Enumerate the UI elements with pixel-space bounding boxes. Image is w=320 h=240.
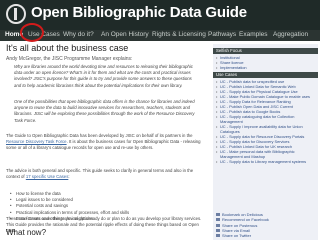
main-content: It's all about the business case Andy Mc… <box>6 43 204 240</box>
open-data-logo-icon[interactable] <box>6 4 26 24</box>
sidebar-heading-use-cases: Use Cases <box>213 72 318 78</box>
sidebar: Selfish Focus Institutional Share licenc… <box>213 44 318 240</box>
nav-open-history[interactable]: An Open History <box>101 31 149 38</box>
highlight-circle-annotation <box>20 23 44 42</box>
use-case-link[interactable]: UC - Supply / improve availability data … <box>216 124 316 134</box>
focus-list: Institutional Share licence Implementati… <box>216 55 316 70</box>
use-case-link[interactable]: UC - Make personal data with Bibliograph… <box>216 149 316 159</box>
sidebar-link[interactable]: Implementation <box>216 65 316 70</box>
nav-why-do-it[interactable]: Why do it? <box>63 31 94 38</box>
intro-text-start: The Guide to Open Bibliographic Data has… <box>6 133 193 138</box>
share-links: Bookmark on Delicious Recommend on Faceb… <box>216 212 316 238</box>
site-title[interactable]: Open Bibliographic Data Guide <box>31 4 247 21</box>
main-nav: Home Use Cases Why do it? An Open Histor… <box>0 30 320 41</box>
advice-paragraph: The advice is both general and specific.… <box>6 168 202 180</box>
advice-text-end: : <box>68 174 70 180</box>
nav-pathways[interactable]: Pathways <box>208 31 236 38</box>
nav-rights-licensing[interactable]: Rights & Licensing <box>152 31 206 38</box>
section-heading-what-now: What now? <box>6 228 47 237</box>
sidebar-heading-focus: Selfish Focus <box>213 48 318 54</box>
intro-paragraph: The Guide to Open Bibliographic Data has… <box>6 133 202 152</box>
resource-discovery-link[interactable]: Resource Discovery Task Force <box>6 139 67 144</box>
twitter-share-link[interactable]: Share on Twitter <box>216 233 316 238</box>
use-case-link[interactable]: UC - Supply cataloguing data for Collect… <box>216 114 316 124</box>
use-cases-list: UC - Publish data for unspecified use UC… <box>216 79 316 164</box>
use-cases-link[interactable]: 17 specific Use Cases <box>26 174 69 179</box>
nav-examples[interactable]: Examples <box>239 31 268 38</box>
quote-paragraph-2: One of the possibilities that open bibli… <box>14 99 195 123</box>
site-header: Open Bibliographic Data Guide <box>0 0 320 30</box>
use-case-link[interactable]: UC - Supply data to Library management s… <box>216 159 316 164</box>
quote-paragraph-1: Why are libraries around the world devot… <box>14 64 193 88</box>
page-title: It's all about the business case <box>6 43 129 53</box>
nav-aggregation[interactable]: Aggregation <box>273 31 308 38</box>
byline: Andy McGregor, the JISC Programme Manage… <box>6 56 133 62</box>
